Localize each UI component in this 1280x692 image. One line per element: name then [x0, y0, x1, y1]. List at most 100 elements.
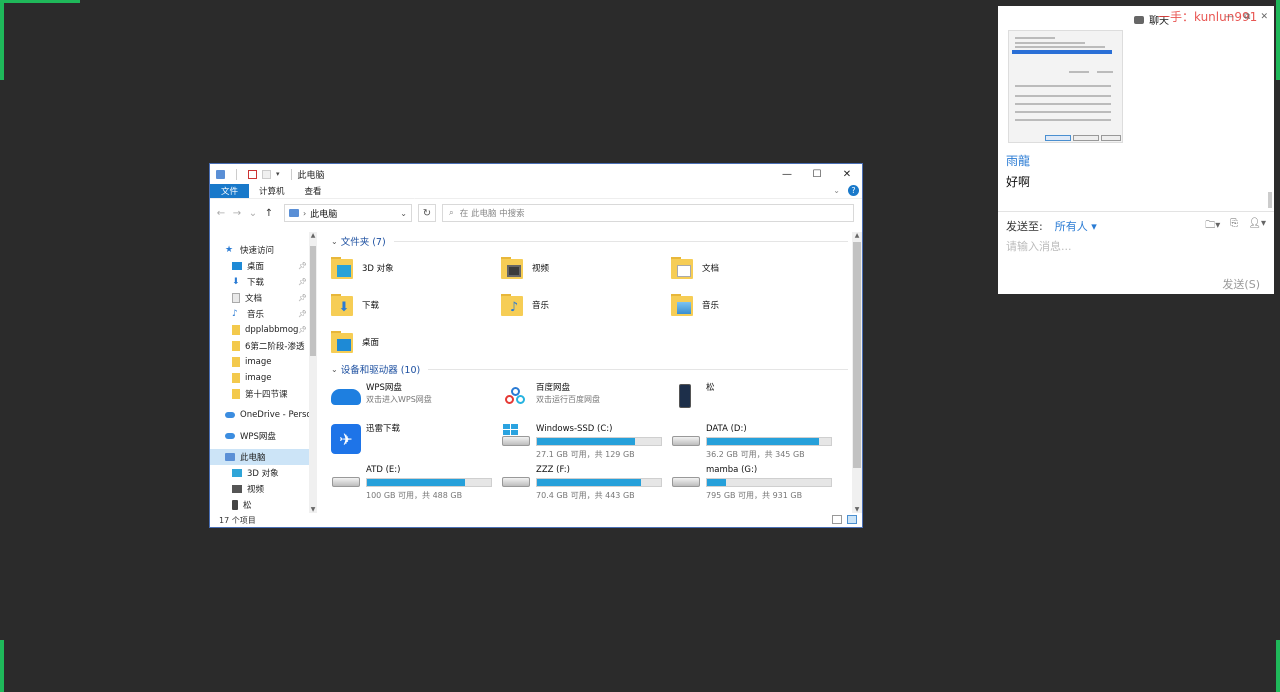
screenshot-icon[interactable]: ⎘: [1230, 218, 1238, 235]
this-pc-icon[interactable]: [216, 169, 225, 179]
breadcrumb[interactable]: 此电脑: [310, 207, 337, 220]
folder-item-documents[interactable]: 文档: [671, 249, 841, 286]
nav-item-wps-cloud[interactable]: WPS网盘: [210, 428, 317, 444]
onedrive-icon: [225, 412, 235, 418]
scroll-down-icon[interactable]: ▼: [309, 506, 317, 513]
drive-item-d[interactable]: DATA (D:) 36.2 GB 可用，共 345 GB: [671, 418, 841, 459]
address-bar[interactable]: › 此电脑 ⌄: [284, 204, 412, 222]
minimize-button[interactable]: —: [772, 164, 802, 184]
pin-icon: 📌︎: [298, 294, 307, 302]
folders-section-header[interactable]: ⌄ 文件夹 (7): [331, 233, 862, 249]
up-button[interactable]: ↑: [264, 208, 274, 219]
forward-button[interactable]: →: [232, 208, 242, 219]
corner-marker: [0, 640, 4, 692]
scroll-up-icon[interactable]: ▲: [309, 232, 317, 239]
file-share-icon[interactable]: 🗀︎▾: [1205, 218, 1220, 235]
device-item-wps-cloud[interactable]: WPS网盘 双击进入WPS网盘: [331, 377, 501, 418]
customize-toolbar-icon[interactable]: ▾: [276, 170, 280, 179]
pictures-folder-icon: [671, 292, 695, 318]
message-input[interactable]: 请输入消息...: [1006, 238, 1072, 254]
nav-item-documents[interactable]: 文档 📌︎: [210, 290, 317, 306]
search-placeholder: 在 此电脑 中搜索: [459, 209, 525, 219]
recent-locations-button[interactable]: ⌄: [248, 208, 258, 219]
drive-item-e[interactable]: ATD (E:) 100 GB 可用，共 488 GB: [331, 459, 501, 500]
drive-usage-fill: [707, 438, 819, 445]
nav-item-downloads[interactable]: ⬇ 下载 📌︎: [210, 274, 317, 290]
device-item-phone[interactable]: 松: [671, 377, 841, 418]
collapse-icon[interactable]: ⌄: [331, 237, 338, 246]
search-input[interactable]: ⌕ 在 此电脑 中搜索: [442, 204, 854, 222]
folder-item-3d-objects[interactable]: 3D 对象: [331, 249, 501, 286]
tiles-view-icon[interactable]: [847, 515, 857, 524]
nav-item-videos[interactable]: 视频: [210, 481, 317, 497]
nav-item-folder[interactable]: 6第二阶段-渗透: [210, 338, 317, 354]
popout-button[interactable]: ⧉: [1244, 12, 1250, 22]
quick-access-toolbar: ▾: [216, 168, 298, 180]
tab-computer[interactable]: 计算机: [249, 184, 295, 198]
nav-item-folder[interactable]: 第十四节课: [210, 386, 317, 402]
breadcrumb-separator-icon[interactable]: ›: [303, 209, 306, 218]
recipient-select[interactable]: 所有人 ▾: [1055, 218, 1097, 234]
drive-item-g[interactable]: mamba (G:) 795 GB 可用，共 931 GB: [671, 459, 841, 500]
content-pane: ⌄ 文件夹 (7) 3D 对象 视频 文档 ⬇ 下载 ♪ 音乐 音乐 桌面 ⌄ …: [317, 232, 862, 513]
folder-item-downloads[interactable]: ⬇ 下载: [331, 286, 501, 323]
video-icon: [232, 485, 242, 493]
chat-scrollbar[interactable]: [1268, 192, 1272, 208]
collapse-icon[interactable]: ⌄: [331, 365, 338, 374]
nav-item-quick-access[interactable]: ★ 快速访问: [210, 242, 317, 258]
device-item-baidu-netdisk[interactable]: 百度网盘 双击运行百度网盘: [501, 377, 671, 418]
nav-item-desktop[interactable]: 桌面 📌︎: [210, 258, 317, 274]
drive-usage-fill: [367, 479, 465, 486]
close-button[interactable]: ✕: [1260, 12, 1268, 22]
nav-item-folder[interactable]: image: [210, 354, 317, 370]
scroll-down-icon[interactable]: ▼: [852, 506, 862, 513]
nav-item-folder[interactable]: image: [210, 370, 317, 386]
nav-item-3d-objects[interactable]: 3D 对象: [210, 465, 317, 481]
user-icon[interactable]: 👤︎▾: [1248, 218, 1266, 235]
divider: [393, 240, 848, 242]
file-explorer-window: ▾ 此电脑 — ☐ ✕ 文件 计算机 查看 ⌄ ? ← → ⌄ ↑ › 此电脑 …: [209, 163, 863, 528]
title-bar[interactable]: ▾ 此电脑 — ☐ ✕: [210, 164, 862, 184]
drive-item-f[interactable]: ZZZ (F:) 70.4 GB 可用，共 443 GB: [501, 459, 671, 500]
chat-header: 聊天 一手：kunlun991 — ⧉ ✕: [998, 6, 1274, 30]
nav-item-onedrive[interactable]: OneDrive - Perso: [210, 407, 317, 423]
new-folder-icon[interactable]: [262, 169, 271, 179]
drive-item-c[interactable]: Windows-SSD (C:) 27.1 GB 可用，共 129 GB: [501, 418, 671, 459]
folder-item-videos[interactable]: 视频: [501, 249, 671, 286]
item-count: 17 个项目: [219, 515, 256, 525]
close-button[interactable]: ✕: [832, 164, 862, 184]
nav-item-this-pc[interactable]: 此电脑: [210, 449, 317, 465]
drive-usage-bar: [706, 478, 832, 487]
nav-scrollbar[interactable]: ▲ ▼: [309, 232, 317, 513]
scroll-up-icon[interactable]: ▲: [852, 232, 862, 239]
send-button[interactable]: 发送(S): [1222, 276, 1260, 292]
device-item-xunlei[interactable]: ✈ 迅雷下载: [331, 418, 501, 459]
folder-icon: [232, 389, 240, 399]
refresh-button[interactable]: ↻: [418, 204, 436, 222]
drives-section-header[interactable]: ⌄ 设备和驱动器 (10): [331, 361, 862, 377]
folder-item-music[interactable]: ♪ 音乐: [501, 286, 671, 323]
maximize-button[interactable]: ☐: [802, 164, 832, 184]
expand-ribbon-icon[interactable]: ⌄: [833, 186, 840, 195]
scroll-thumb[interactable]: [853, 242, 861, 468]
minimize-button[interactable]: —: [1225, 12, 1234, 22]
nav-item-folder[interactable]: dpplabbmog 📌︎: [210, 322, 317, 338]
videos-folder-icon: [501, 255, 525, 281]
nav-item-music[interactable]: ♪ 音乐 📌︎: [210, 306, 317, 322]
help-icon[interactable]: ?: [848, 185, 859, 196]
tab-view[interactable]: 查看: [295, 184, 332, 198]
nav-item-phone[interactable]: 松: [210, 497, 317, 513]
scroll-thumb[interactable]: [310, 246, 316, 356]
content-scrollbar[interactable]: ▲ ▼: [852, 232, 862, 513]
address-dropdown-icon[interactable]: ⌄: [400, 209, 407, 218]
back-button[interactable]: ←: [216, 208, 226, 219]
properties-icon[interactable]: [248, 169, 257, 179]
music-icon: ♪: [232, 308, 238, 319]
explorer-body: ★ 快速访问 桌面 📌︎ ⬇ 下载 📌︎ 文档 📌︎ ♪ 音乐 📌︎ dpplabbmog 📌︎…: [210, 232, 862, 513]
tab-file[interactable]: 文件: [210, 184, 250, 198]
folder-item-pictures[interactable]: 音乐: [671, 286, 841, 323]
details-view-icon[interactable]: [832, 515, 842, 524]
drive-usage-bar: [366, 478, 492, 487]
shared-screenshot-image[interactable]: [1008, 30, 1123, 143]
folder-item-desktop[interactable]: 桌面: [331, 323, 501, 360]
